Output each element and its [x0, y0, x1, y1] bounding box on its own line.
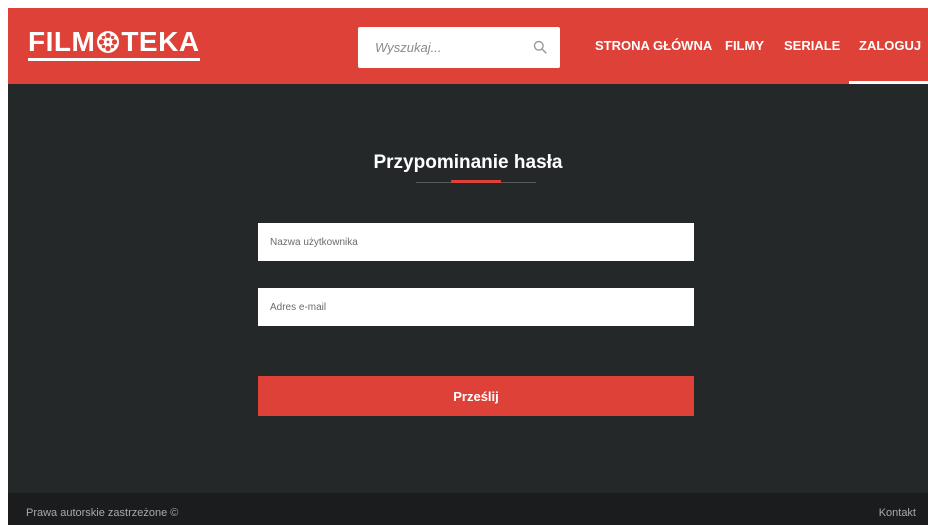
submit-button[interactable]: Prześlij: [258, 376, 694, 416]
logo-text-right: TEKA: [121, 26, 200, 57]
nav-series[interactable]: SERIALE: [784, 38, 840, 53]
nav-movies[interactable]: FILMY: [725, 38, 764, 53]
logo[interactable]: FILM TEKA: [28, 26, 200, 61]
copyright-text: Prawa autorskie zastrzeżone ©: [26, 507, 179, 519]
nav-login[interactable]: ZALOGUJ: [848, 38, 928, 84]
contact-link[interactable]: Kontakt: [879, 507, 916, 519]
page: FILM TEKA STRONA: [8, 8, 928, 525]
film-reel-icon: [97, 31, 120, 53]
nav-home[interactable]: STRONA GŁÓWNA: [595, 38, 712, 53]
header: FILM TEKA STRONA: [8, 8, 928, 84]
search-box: [358, 27, 560, 68]
title-accent-line: [451, 180, 501, 183]
username-field[interactable]: [258, 223, 694, 261]
page-title: Przypominanie hasła: [373, 152, 563, 173]
logo-underline: [28, 58, 200, 61]
search-input[interactable]: [358, 27, 528, 68]
search-icon[interactable]: [533, 40, 547, 54]
email-field[interactable]: [258, 288, 694, 326]
footer: Prawa autorskie zastrzeżone © Kontakt: [8, 493, 928, 525]
logo-text-left: FILM: [28, 26, 96, 57]
